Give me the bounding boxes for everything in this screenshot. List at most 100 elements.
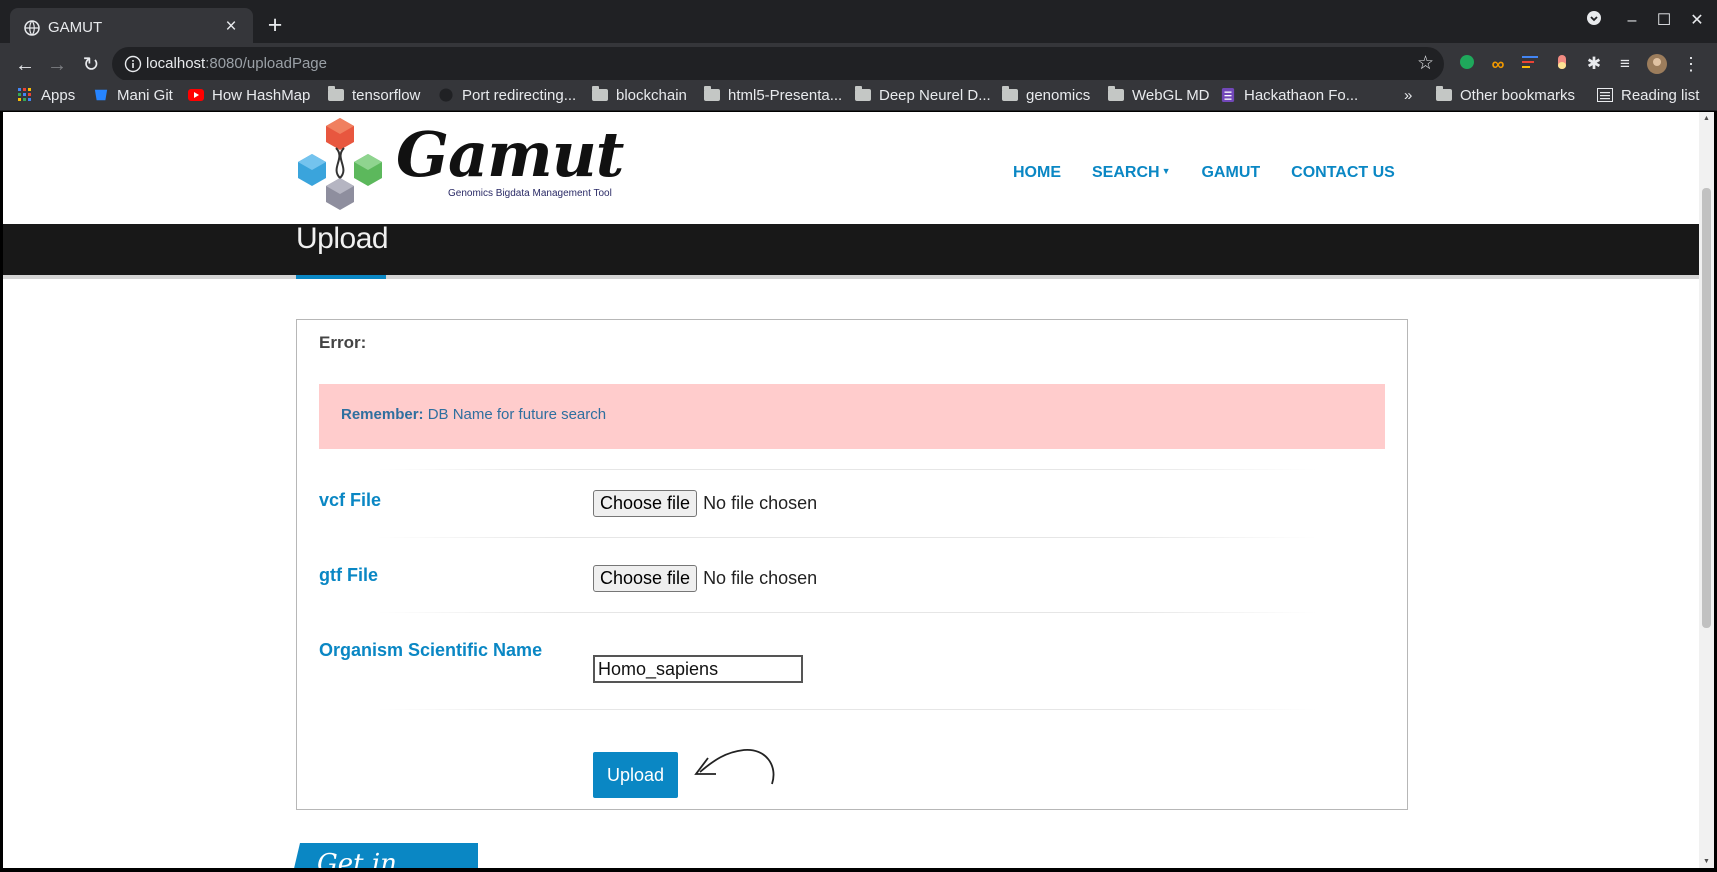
url-text: localhost:8080/uploadPage	[146, 55, 327, 72]
minimize-button[interactable]: –	[1621, 10, 1643, 32]
bookmark-tensorflow[interactable]: tensorflow	[328, 85, 420, 105]
site-logo[interactable]: Gamut Genomics Bigdata Management Tool	[296, 116, 624, 217]
site-header: Gamut Genomics Bigdata Management Tool H…	[3, 112, 1699, 224]
vcf-file-input[interactable]: Choose file No file chosen	[593, 490, 817, 517]
globe-icon	[24, 20, 40, 36]
bitbucket-icon	[94, 89, 108, 101]
reading-list-button[interactable]: Reading list	[1597, 85, 1699, 105]
bookmark-label: genomics	[1026, 86, 1091, 104]
bookmark-hackathaon[interactable]: Hackathaon Fo...	[1220, 85, 1358, 105]
bookmark-label: html5-Presenta...	[728, 86, 843, 104]
main-nav: HOME SEARCH ▼ GAMUT CONTACT US	[1013, 164, 1395, 182]
vcf-choose-file-button[interactable]: Choose file	[593, 490, 698, 517]
gtf-no-file-text: No file chosen	[703, 568, 818, 588]
address-bar[interactable]: localhost:8080/uploadPage ☆	[112, 47, 1444, 81]
bookmark-apps[interactable]: Apps	[17, 85, 75, 105]
bookmarks-bar: Apps Mani Git How HashMap tensorflow Por…	[0, 80, 1717, 111]
folder-icon	[1108, 86, 1124, 101]
logo-tagline: Genomics Bigdata Management Tool	[448, 188, 612, 199]
bookmark-label: tensorflow	[352, 86, 421, 104]
bookmark-html5-presenta[interactable]: html5-Presenta...	[704, 85, 842, 105]
tab-title: GAMUT	[48, 19, 103, 36]
bookmark-label: How HashMap	[212, 86, 311, 104]
url-host: localhost	[146, 55, 206, 72]
tab-search-icon[interactable]	[1583, 10, 1605, 33]
bookmark-mani-git[interactable]: Mani Git	[93, 85, 173, 105]
caret-down-icon: ▼	[1161, 166, 1171, 176]
page-title-bar: Upload	[3, 222, 1699, 279]
upload-button[interactable]: Upload	[593, 752, 678, 798]
nav-search[interactable]: SEARCH ▼	[1092, 164, 1170, 182]
page-title: Upload	[296, 222, 389, 255]
bookmark-other[interactable]: Other bookmarks	[1436, 85, 1575, 105]
forward-arrow-icon[interactable]: →	[44, 52, 70, 78]
divider	[377, 612, 1317, 613]
logo-wordmark: Gamut	[396, 118, 624, 191]
bookmark-label: Mani Git	[117, 86, 173, 104]
extension-stripes-icon[interactable]	[1520, 54, 1540, 74]
upload-form-panel: Error: Remember: DB Name for future sear…	[296, 319, 1408, 810]
youtube-icon	[188, 89, 204, 101]
nav-gamut[interactable]: GAMUT	[1201, 164, 1260, 182]
bookmark-label: Hackathaon Fo...	[1244, 86, 1359, 104]
alert-text: Remember: DB Name for future search	[341, 406, 606, 423]
folder-icon	[855, 86, 871, 101]
browser-menu-icon[interactable]: ⋮	[1681, 54, 1701, 74]
bookmark-star-icon[interactable]: ☆	[1417, 52, 1434, 75]
vcf-no-file-text: No file chosen	[703, 493, 818, 513]
bookmark-port-redirecting[interactable]: Port redirecting...	[438, 85, 576, 105]
reload-icon[interactable]: ↻	[78, 52, 104, 78]
organism-name-label: Organism Scientific Name	[319, 640, 543, 660]
bookmark-label: Port redirecting...	[462, 86, 577, 104]
reading-list-icon	[1597, 88, 1613, 102]
bookmark-how-hashmap[interactable]: How HashMap	[188, 85, 310, 105]
reminder-alert: Remember: DB Name for future search	[319, 384, 1385, 449]
scroll-down-icon[interactable]: ▼	[1702, 858, 1711, 865]
close-window-button[interactable]: ✕	[1686, 10, 1708, 32]
bookmark-webgl-md[interactable]: WebGL MD	[1108, 85, 1210, 105]
info-icon[interactable]	[124, 55, 142, 73]
gtf-choose-file-button[interactable]: Choose file	[593, 565, 698, 592]
media-queue-icon[interactable]: ≡	[1615, 54, 1635, 74]
back-arrow-icon[interactable]: ←	[12, 52, 38, 78]
apps-icon	[18, 88, 31, 101]
get-in-touch-label: Get in Touch	[317, 849, 397, 868]
profile-avatar[interactable]	[1647, 54, 1667, 74]
scrollbar-thumb[interactable]	[1702, 188, 1711, 628]
extensions-puzzle-icon[interactable]: ✱	[1584, 54, 1604, 74]
scroll-up-icon[interactable]: ▲	[1702, 115, 1711, 122]
curved-arrow-icon	[694, 749, 775, 785]
more-bookmarks-label: »	[1404, 86, 1413, 104]
bookmark-genomics[interactable]: genomics	[1002, 85, 1090, 105]
folder-icon	[328, 86, 344, 101]
more-bookmarks-button[interactable]: »	[1404, 85, 1412, 105]
github-icon	[439, 88, 453, 102]
page-scrollbar[interactable]: ▲ ▼	[1699, 112, 1714, 868]
bookmark-label: WebGL MD	[1132, 86, 1210, 104]
bookmark-label: Apps	[41, 86, 76, 104]
nav-home[interactable]: HOME	[1013, 164, 1061, 182]
extension-infinity-icon[interactable]: ∞	[1488, 54, 1508, 74]
bookmark-deep-neurel[interactable]: Deep Neurel D...	[855, 85, 991, 105]
close-tab-icon[interactable]: ×	[221, 17, 241, 37]
gtf-file-label: gtf File	[319, 565, 378, 585]
extension-green-icon[interactable]	[1457, 54, 1477, 74]
new-tab-button[interactable]: +	[262, 12, 288, 38]
reading-list-label: Reading list	[1621, 86, 1700, 104]
bookmark-blockchain[interactable]: blockchain	[592, 85, 687, 105]
bookmark-label: blockchain	[616, 86, 687, 104]
alert-bold: Remember:	[341, 406, 424, 423]
extension-capsule-icon[interactable]	[1552, 54, 1572, 74]
bookmark-label: Deep Neurel D...	[879, 86, 991, 104]
folder-icon	[704, 86, 720, 101]
nav-contact-us[interactable]: CONTACT US	[1291, 164, 1395, 182]
title-underline	[296, 275, 386, 279]
maximize-button[interactable]: ☐	[1653, 10, 1675, 32]
page-viewport: Gamut Genomics Bigdata Management Tool H…	[3, 112, 1699, 868]
bookmark-label: Other bookmarks	[1460, 86, 1576, 104]
get-in-touch-tab: Get in Touch	[292, 843, 478, 868]
folder-icon	[1002, 86, 1018, 101]
gtf-file-input[interactable]: Choose file No file chosen	[593, 565, 817, 592]
folder-icon	[1436, 86, 1452, 101]
organism-name-input[interactable]	[593, 655, 803, 683]
